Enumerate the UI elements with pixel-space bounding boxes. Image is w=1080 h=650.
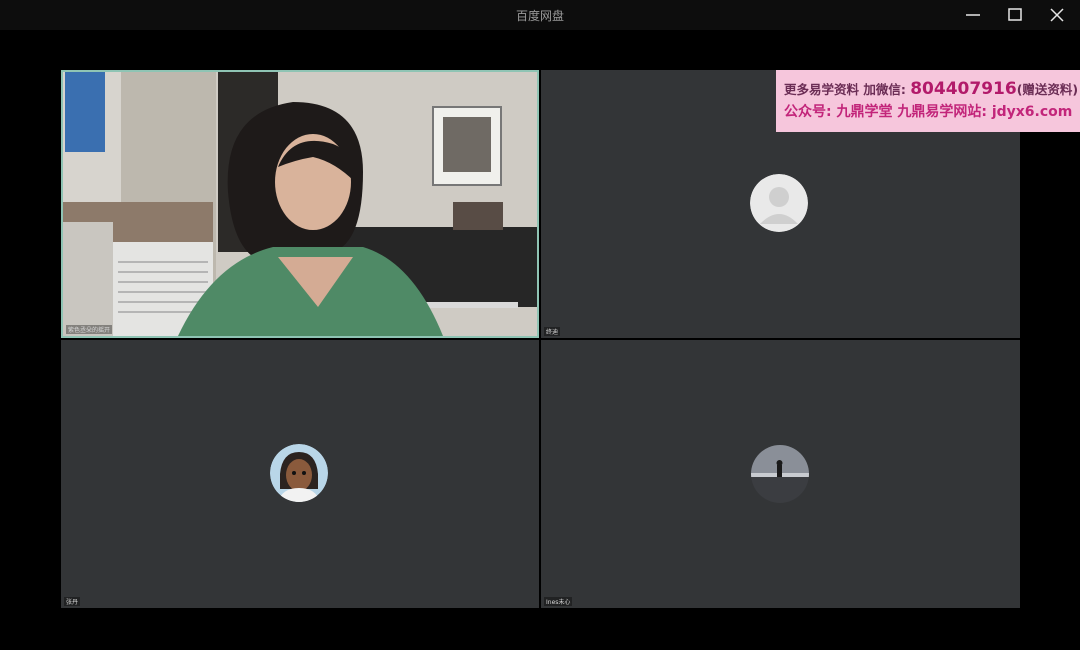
camera-video-frame xyxy=(63,72,537,336)
close-icon xyxy=(1050,8,1064,22)
watermark-banner: 更多易学资料 加微信: 804407916(赠送资料) 公众号: 九鼎学堂 九鼎… xyxy=(776,70,1080,132)
participant-tile-1[interactable]: 紫色丞朵的摇开 xyxy=(61,70,539,338)
participant-name: Ines未心 xyxy=(544,597,573,606)
maximize-button[interactable] xyxy=(994,0,1036,30)
watermark-line-2: 公众号: 九鼎学堂 九鼎易学网站: jdyx6.com xyxy=(784,104,1073,120)
maximize-icon xyxy=(1008,8,1022,21)
close-button[interactable] xyxy=(1036,0,1078,30)
title-bar: 百度网盘 xyxy=(0,0,1080,30)
watermark-prefix: 更多易学资料 加微信: xyxy=(784,82,906,97)
watermark-suffix: (赠送资料) xyxy=(1016,82,1079,97)
default-avatar-icon xyxy=(750,174,808,232)
cartoon-avatar-icon xyxy=(270,444,328,502)
watermark-number: 804407916 xyxy=(910,79,1017,99)
window-title: 百度网盘 xyxy=(515,9,564,23)
participant-name: 终迪 xyxy=(544,327,561,336)
minimize-button[interactable] xyxy=(952,0,994,30)
watermark-line-1: 更多易学资料 加微信: 804407916(赠送资料) xyxy=(784,77,1080,101)
participant-name: 张丹 xyxy=(64,597,81,606)
photo-avatar-icon xyxy=(751,445,809,503)
minimize-icon xyxy=(966,14,980,16)
participant-tile-4[interactable]: Ines未心 xyxy=(541,340,1020,608)
participant-name: 紫色丞朵的摇开 xyxy=(66,325,113,334)
participant-tile-3[interactable]: 张丹 xyxy=(61,340,539,608)
